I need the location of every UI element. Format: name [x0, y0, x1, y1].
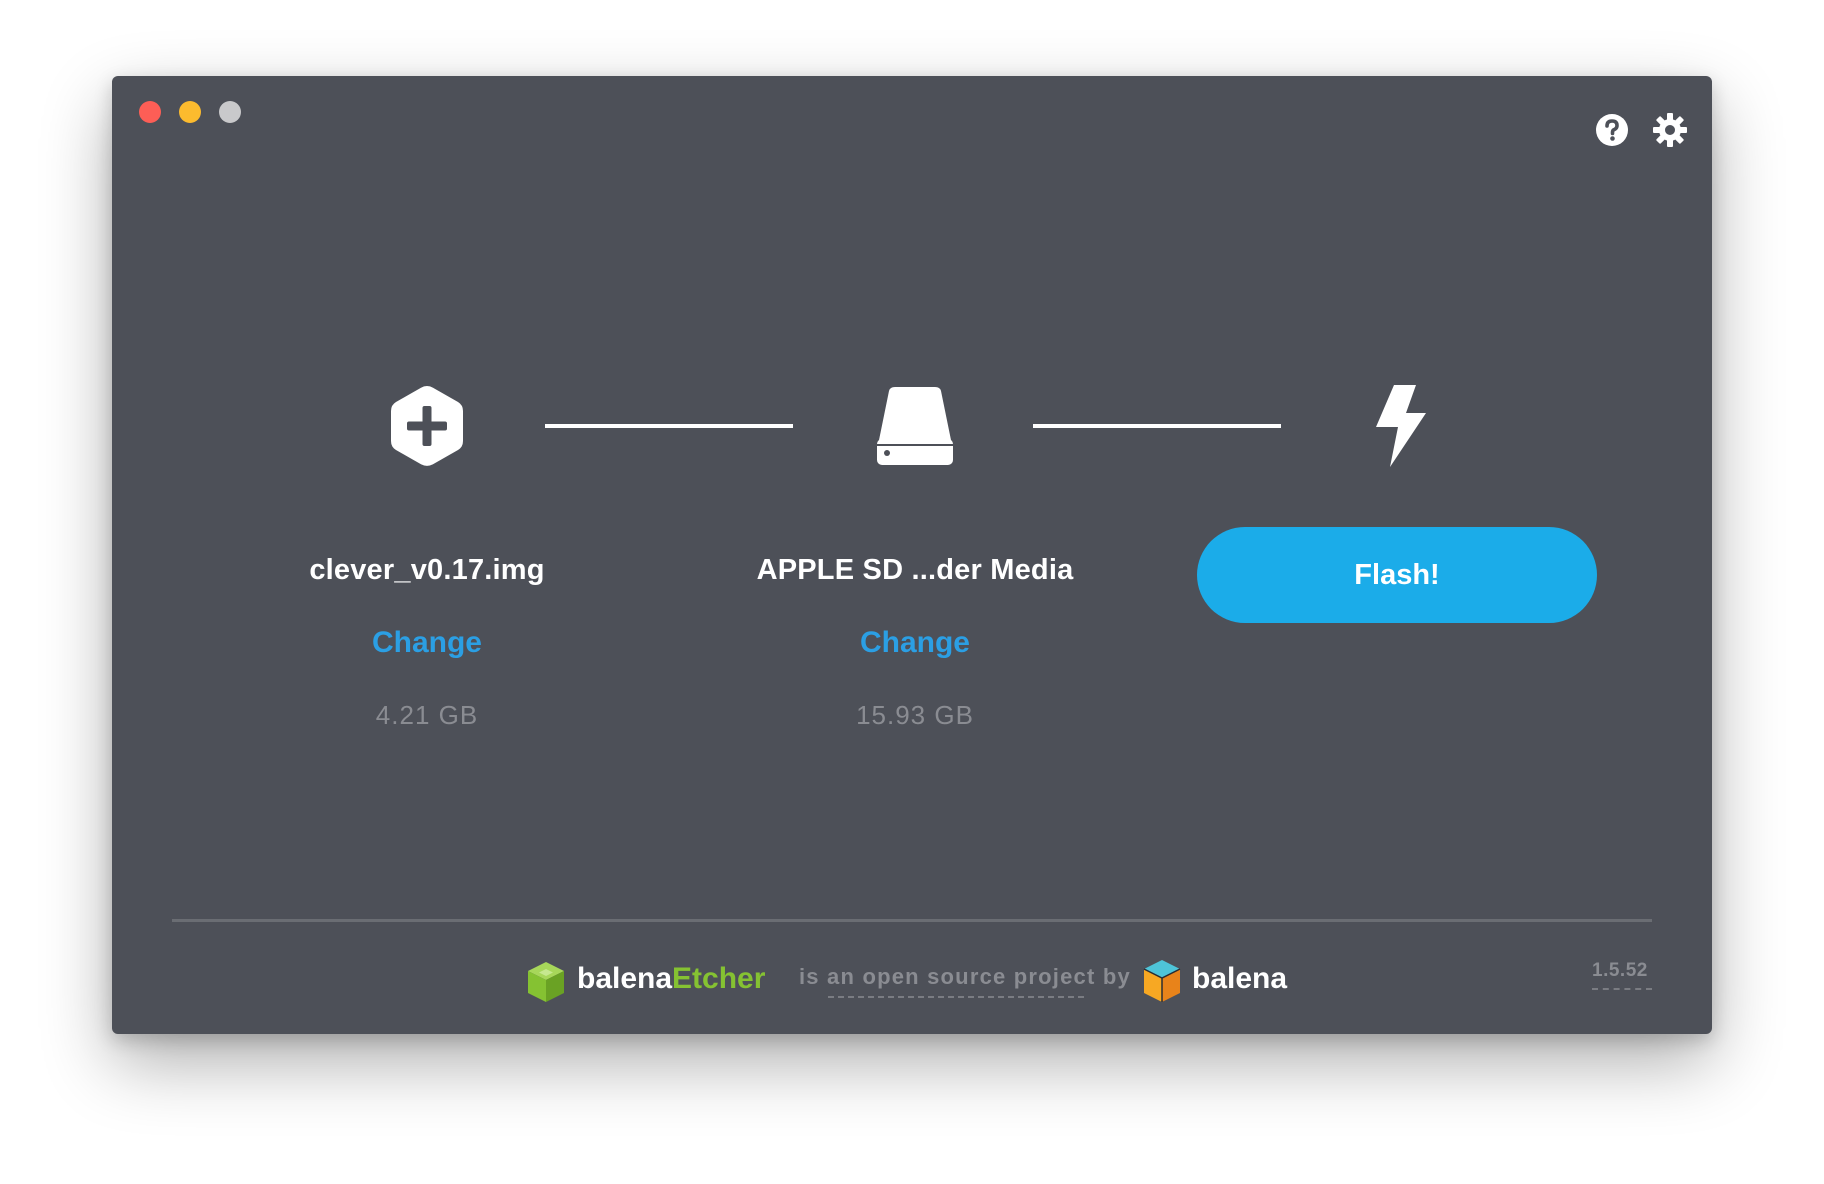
- change-image-link[interactable]: Change: [227, 626, 627, 660]
- etcher-logo-icon[interactable]: [525, 960, 567, 1009]
- lightning-icon: [1370, 383, 1430, 474]
- balena-logo-icon[interactable]: [1141, 958, 1183, 1009]
- footer-open-source-text[interactable]: is an open source project by: [799, 964, 1131, 990]
- etcher-window: clever_v0.17.img Change 4.21 GB APPLE SD…: [112, 76, 1712, 1034]
- footer: balenaEtcher is an open source project b…: [112, 956, 1712, 1006]
- change-drive-link[interactable]: Change: [715, 626, 1115, 660]
- step-connector-1: [545, 424, 793, 428]
- version-underline: [1592, 988, 1652, 990]
- drive-size: 15.93 GB: [856, 700, 974, 730]
- etcher-brand-link[interactable]: balenaEtcher: [577, 962, 765, 996]
- etcher-brand-part-1: balena: [577, 962, 673, 995]
- close-window-button[interactable]: [139, 101, 161, 123]
- gear-icon[interactable]: [1652, 112, 1688, 148]
- maximize-window-button[interactable]: [219, 101, 241, 123]
- version-link[interactable]: 1.5.52: [1592, 960, 1648, 982]
- balena-brand-link[interactable]: balena: [1192, 962, 1287, 996]
- hexagon-plus-icon[interactable]: [387, 383, 467, 474]
- image-size: 4.21 GB: [375, 700, 479, 730]
- footer-divider: [172, 919, 1652, 922]
- minimize-window-button[interactable]: [179, 101, 201, 123]
- flash-button[interactable]: Flash!: [1197, 527, 1597, 623]
- target-drive-name: APPLE SD ...der Media: [756, 554, 1074, 586]
- etcher-brand-part-2: Etcher: [672, 962, 766, 995]
- step-connector-2: [1033, 424, 1281, 428]
- footer-link-underline: [828, 996, 1084, 998]
- drive-icon[interactable]: [875, 383, 955, 474]
- help-icon[interactable]: [1594, 112, 1630, 148]
- image-file-name: clever_v0.17.img: [309, 554, 545, 586]
